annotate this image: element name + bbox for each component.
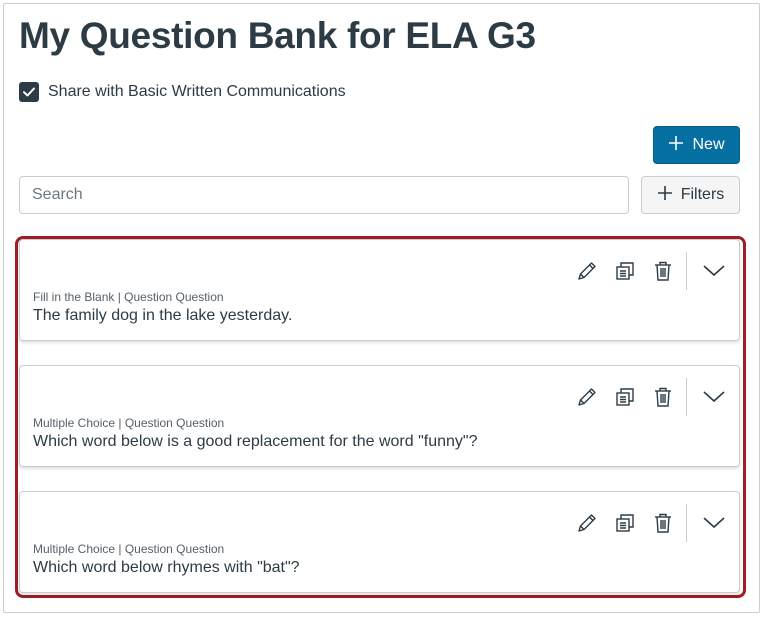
filters-button-label: Filters	[680, 186, 725, 203]
question-type: Fill in the Blank | Question Question	[33, 290, 224, 304]
question-type: Multiple Choice | Question Question	[33, 416, 225, 430]
trash-icon[interactable]	[644, 378, 682, 416]
checkmark-icon[interactable]	[19, 82, 39, 102]
divider	[686, 504, 687, 542]
divider	[686, 378, 687, 416]
pencil-icon[interactable]	[568, 252, 606, 290]
question-actions	[568, 252, 725, 290]
trash-icon[interactable]	[644, 504, 682, 542]
share-label: Share with Basic Written Communications	[48, 83, 346, 100]
chevron-down-icon[interactable]	[691, 504, 725, 542]
plus-icon	[668, 135, 684, 156]
chevron-down-icon[interactable]	[691, 252, 725, 290]
pencil-icon[interactable]	[568, 378, 606, 416]
share-checkbox[interactable]: Share with Basic Written Communications	[19, 82, 346, 102]
question-actions	[568, 504, 725, 542]
copy-icon[interactable]	[606, 378, 644, 416]
copy-icon[interactable]	[606, 504, 644, 542]
trash-icon[interactable]	[644, 252, 682, 290]
filters-button[interactable]: Filters	[641, 176, 740, 214]
divider	[686, 252, 687, 290]
chevron-down-icon[interactable]	[691, 378, 725, 416]
question-card: Multiple Choice | Question Question Whic…	[19, 491, 740, 593]
question-card: Multiple Choice | Question Question Whic…	[19, 365, 740, 467]
copy-icon[interactable]	[606, 252, 644, 290]
question-text: Which word below is a good replacement f…	[33, 433, 478, 450]
question-type: Multiple Choice | Question Question	[33, 542, 225, 556]
question-actions	[568, 378, 725, 416]
question-text: The family dog in the lake yesterday.	[33, 307, 293, 324]
page-title: My Question Bank for ELA G3	[19, 15, 536, 56]
question-text: Which word below rhymes with "bat"?	[33, 559, 300, 576]
plus-icon	[657, 185, 673, 206]
pencil-icon[interactable]	[568, 504, 606, 542]
new-button[interactable]: New	[653, 126, 740, 164]
search-input[interactable]	[19, 176, 629, 214]
new-button-label: New	[692, 136, 725, 153]
question-card: Fill in the Blank | Question Question Th…	[19, 239, 740, 341]
